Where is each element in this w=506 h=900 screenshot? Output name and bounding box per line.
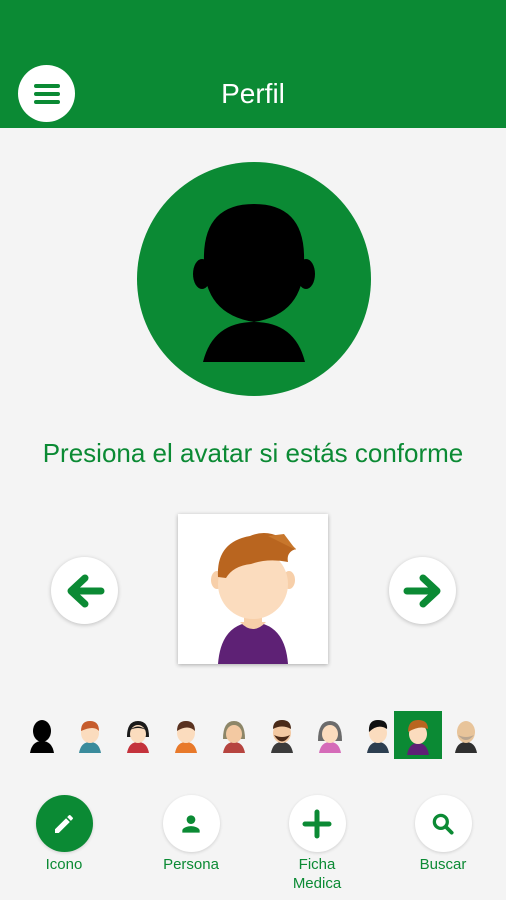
boy-brown-hair-avatar-icon bbox=[407, 720, 429, 755]
girl-black-hair-avatar-icon bbox=[127, 721, 149, 753]
current-avatar[interactable] bbox=[137, 162, 371, 396]
boy-red-hair-avatar-icon bbox=[79, 721, 101, 753]
woman-gray-hair-avatar-icon bbox=[318, 721, 342, 753]
person-icon bbox=[182, 814, 200, 833]
man-beard-avatar-icon bbox=[271, 720, 293, 753]
silhouette-avatar-icon bbox=[30, 720, 54, 753]
thumb-boy-red-hair[interactable] bbox=[66, 711, 114, 759]
page-title: Perfil bbox=[221, 78, 285, 109]
avatar-preview-card[interactable] bbox=[178, 514, 328, 664]
app-header: Perfil bbox=[0, 0, 506, 128]
silhouette-avatar-icon bbox=[193, 204, 315, 362]
arrow-left-icon bbox=[67, 574, 104, 607]
instruction-text: Presiona el avatar si estás conforme bbox=[42, 438, 464, 468]
thumb-bald-man[interactable] bbox=[442, 711, 490, 759]
nav-persona[interactable]: Persona bbox=[136, 795, 246, 874]
bald-man-avatar-icon bbox=[455, 721, 477, 753]
nav-ficha-medica-circle[interactable] bbox=[288, 795, 346, 852]
avatar-thumbnail-strip bbox=[0, 711, 506, 759]
nav-persona-label: Persona bbox=[163, 856, 219, 873]
arrow-right-icon bbox=[403, 574, 440, 607]
nav-buscar-label: Buscar bbox=[419, 856, 467, 873]
previous-avatar-button[interactable] bbox=[51, 557, 118, 624]
thumb-man-beard[interactable] bbox=[258, 711, 306, 759]
thumb-elder-woman[interactable] bbox=[210, 711, 258, 759]
nav-buscar[interactable]: Buscar bbox=[388, 795, 498, 874]
nav-icono-circle[interactable] bbox=[35, 795, 93, 852]
elder-woman-avatar-icon bbox=[223, 721, 245, 753]
boy-black-hair-avatar-icon bbox=[367, 720, 389, 753]
pencil-icon bbox=[55, 814, 74, 833]
nav-persona-circle[interactable] bbox=[162, 795, 220, 852]
plus-icon bbox=[302, 809, 332, 838]
thumb-silhouette[interactable] bbox=[18, 711, 66, 759]
nav-icono-label: Icono bbox=[45, 856, 83, 873]
boy-dark-hair-avatar-icon bbox=[175, 721, 197, 753]
next-avatar-button[interactable] bbox=[389, 557, 456, 624]
thumb-girl-black-hair[interactable] bbox=[114, 711, 162, 759]
nav-buscar-circle[interactable] bbox=[414, 795, 472, 852]
thumb-boy-dark-hair[interactable] bbox=[162, 711, 210, 759]
nav-ficha-medica[interactable]: Ficha Medica bbox=[262, 795, 372, 893]
search-icon bbox=[432, 813, 454, 835]
boy-brown-hair-avatar-icon bbox=[211, 532, 296, 664]
bottom-navigation: Icono Persona Ficha Medica Buscar bbox=[0, 795, 506, 900]
nav-ficha-medica-label: Ficha Medica bbox=[292, 856, 342, 892]
thumb-boy-brown-hair[interactable] bbox=[394, 711, 442, 759]
thumb-woman-gray-hair[interactable] bbox=[306, 711, 354, 759]
nav-icono[interactable]: Icono bbox=[9, 795, 119, 874]
